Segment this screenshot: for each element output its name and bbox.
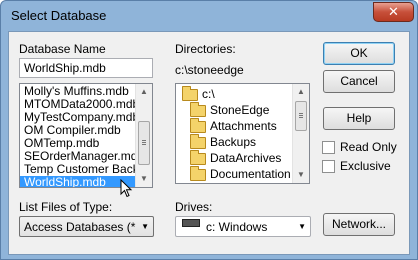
scroll-up-arrow-icon[interactable]: ▲ (136, 84, 152, 100)
file-list-item[interactable]: MyTestCompany.mdb (20, 111, 137, 124)
read-only-checkbox[interactable] (322, 141, 335, 154)
chevron-down-icon[interactable]: ▼ (298, 222, 306, 231)
select-database-dialog: Select Database ✕ Database Name WorldShi… (0, 0, 418, 260)
dir-row-backups[interactable]: Backups (190, 133, 256, 150)
file-list-scrollbar[interactable]: ▲ ▼ (135, 84, 152, 187)
folder-icon (190, 117, 206, 133)
scroll-up-arrow-icon[interactable]: ▲ (293, 84, 309, 100)
file-type-combo[interactable]: Access Databases (*.mdb) ▼ (19, 216, 154, 237)
window-title: Select Database (11, 8, 107, 23)
chevron-down-icon[interactable]: ▼ (141, 222, 149, 231)
dir-row-dataarchives[interactable]: DataArchives (190, 149, 281, 166)
dir-row-attachments[interactable]: Attachments (190, 117, 277, 134)
open-folder-icon (182, 85, 198, 101)
dir-row-root[interactable]: c:\ (182, 85, 215, 102)
mouse-pointer-icon (120, 179, 133, 198)
file-list-item[interactable]: Temp Customer Backup (20, 163, 137, 176)
database-name-input[interactable]: WorldShip.mdb (19, 58, 153, 78)
directory-tree[interactable]: c:\ StoneEdge Attachments Backups DataAr… (175, 83, 310, 184)
folder-icon (190, 149, 206, 165)
dir-row-documentation[interactable]: Documentation (190, 165, 291, 182)
network-button[interactable]: Network... (323, 213, 395, 236)
scroll-thumb[interactable] (295, 101, 307, 131)
exclusive-label[interactable]: Exclusive (340, 159, 391, 173)
current-path: c:\stoneedge (175, 63, 244, 77)
drive-icon (182, 219, 200, 227)
drives-label: Drives: (175, 200, 213, 214)
database-file-list[interactable]: Molly's Muffins.mdb MTOMData2000.mdb MyTes… (19, 83, 153, 188)
file-list-item[interactable]: OMTemp.mdb (20, 137, 137, 150)
file-list-item[interactable]: MTOMData2000.mdb (20, 98, 137, 111)
folder-icon (190, 133, 206, 149)
dir-row-stoneedge[interactable]: StoneEdge (190, 101, 269, 118)
file-type-label: List Files of Type: (19, 200, 113, 214)
folder-icon (190, 165, 206, 181)
scroll-down-arrow-icon[interactable]: ▼ (136, 171, 152, 187)
close-button[interactable]: ✕ (373, 2, 414, 22)
title-bar[interactable]: Select Database ✕ (1, 1, 417, 31)
scroll-thumb[interactable] (138, 121, 150, 165)
drives-value: c: Windows (206, 220, 268, 234)
directories-label: Directories: (175, 42, 236, 56)
dialog-body: Database Name WorldShip.mdb Molly's Muff… (8, 31, 410, 255)
database-name-label: Database Name (19, 42, 106, 56)
ok-button[interactable]: OK (323, 42, 395, 65)
open-folder-icon (190, 101, 206, 117)
read-only-label[interactable]: Read Only (340, 140, 397, 154)
file-type-value: Access Databases (*.mdb) (24, 220, 136, 234)
drives-combo[interactable]: c: Windows ▼ (175, 216, 311, 237)
file-list-item[interactable]: OM Compiler.mdb (20, 124, 137, 137)
cancel-button[interactable]: Cancel (323, 70, 395, 93)
directory-scrollbar[interactable]: ▲ ▼ (292, 84, 309, 183)
file-list-item[interactable]: Molly's Muffins.mdb (20, 85, 137, 98)
help-button[interactable]: Help (323, 107, 395, 130)
scroll-down-arrow-icon[interactable]: ▼ (293, 167, 309, 183)
file-list-item[interactable]: SEOrderManager.mdb (20, 150, 137, 163)
exclusive-checkbox[interactable] (322, 160, 335, 173)
